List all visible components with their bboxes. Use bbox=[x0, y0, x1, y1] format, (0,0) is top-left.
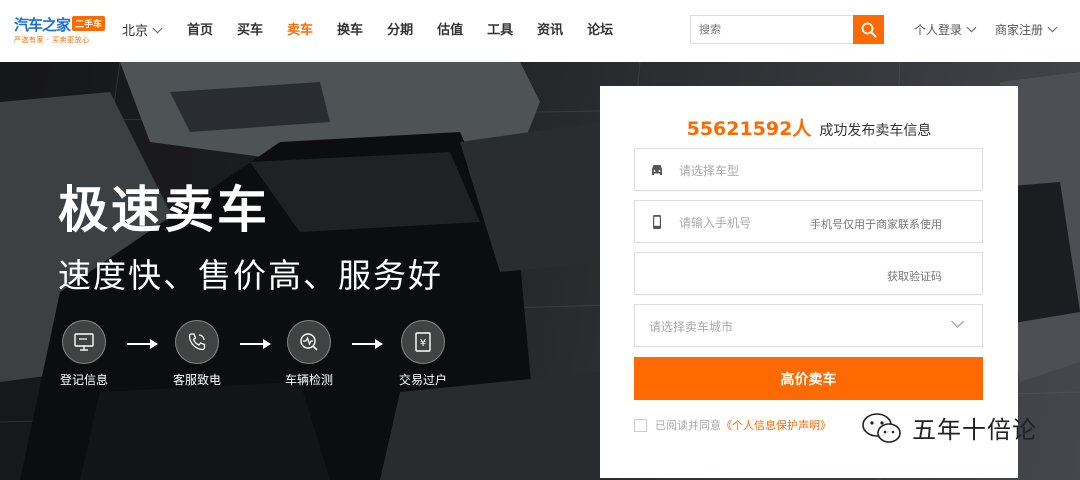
step-circle bbox=[175, 320, 219, 364]
step-circle bbox=[287, 320, 331, 364]
step-service-call: 客服致电 bbox=[161, 320, 233, 388]
step-label: 客服致电 bbox=[172, 373, 221, 387]
nav-home[interactable]: 首页 bbox=[187, 19, 213, 38]
city-selector[interactable]: 北京 bbox=[122, 20, 163, 39]
site-logo[interactable]: 汽车之家 二手车 严选有家 · 买卖更放心 bbox=[14, 14, 109, 48]
seller-count-banner: 55621592人 成功发布卖车信息 bbox=[600, 114, 1018, 141]
chevron-down-icon bbox=[966, 22, 977, 33]
step-register-info: 登记信息 bbox=[48, 320, 120, 388]
arrow-right-icon bbox=[352, 339, 383, 349]
chevron-down-icon bbox=[951, 315, 964, 328]
phone-placeholder: 请输入手机号 bbox=[679, 216, 752, 230]
nav-valuation[interactable]: 估值 bbox=[437, 19, 463, 38]
seller-count-text: 成功发布卖车信息 bbox=[819, 123, 932, 139]
sell-city-select[interactable]: 请选择卖车城市 bbox=[634, 304, 983, 347]
arrow-right-icon bbox=[240, 339, 271, 349]
step-circle bbox=[62, 320, 106, 364]
sell-submit-button[interactable]: 高价卖车 bbox=[634, 357, 983, 400]
car-model-placeholder: 请选择车型 bbox=[679, 164, 740, 178]
city-label: 北京 bbox=[122, 24, 149, 39]
nav-installment[interactable]: 分期 bbox=[387, 19, 413, 38]
chevron-down-icon bbox=[1047, 22, 1058, 33]
wechat-watermark: 五年十倍论 bbox=[860, 410, 1037, 445]
logo-text: 汽车之家 bbox=[14, 16, 71, 34]
agreement-row: 已阅读并同意 《个人信息保护声明》 bbox=[634, 417, 831, 433]
monitor-icon bbox=[74, 333, 94, 351]
agree-text: 已阅读并同意 bbox=[655, 419, 721, 432]
step-circle: ¥ bbox=[401, 320, 445, 364]
svg-text:¥: ¥ bbox=[420, 338, 426, 349]
step-label: 登记信息 bbox=[59, 373, 108, 387]
phone-icon bbox=[188, 333, 206, 351]
phone-field[interactable]: 请输入手机号 手机号仅用于商家联系使用 bbox=[634, 200, 983, 243]
nav-buy-car[interactable]: 买车 bbox=[237, 19, 263, 38]
search-input[interactable] bbox=[690, 15, 853, 44]
inspection-icon bbox=[300, 333, 318, 351]
yen-document-icon: ¥ bbox=[415, 332, 431, 352]
chevron-down-icon bbox=[152, 23, 163, 34]
nav-forum[interactable]: 论坛 bbox=[587, 19, 613, 38]
login-label: 个人登录 bbox=[914, 23, 963, 37]
dealer-register[interactable]: 商家注册 bbox=[995, 21, 1058, 38]
watermark-text: 五年十倍论 bbox=[912, 416, 1037, 444]
mobile-phone-icon bbox=[653, 215, 661, 229]
register-label: 商家注册 bbox=[995, 23, 1044, 37]
step-label: 车辆检测 bbox=[284, 373, 333, 387]
phone-usage-note: 手机号仅用于商家联系使用 bbox=[810, 218, 942, 231]
nav-trade-in[interactable]: 换车 bbox=[337, 19, 363, 38]
top-header: 汽车之家 二手车 严选有家 · 买卖更放心 北京 首页 买车 卖车 换车 分期 … bbox=[0, 0, 1080, 62]
city-placeholder: 请选择卖车城市 bbox=[649, 320, 734, 334]
car-icon bbox=[652, 165, 662, 175]
privacy-statement-link[interactable]: 《个人信息保护声明》 bbox=[721, 417, 831, 433]
arrow-right-icon bbox=[127, 339, 158, 349]
car-model-select[interactable]: 请选择车型 bbox=[634, 148, 983, 191]
nav-tools[interactable]: 工具 bbox=[487, 19, 513, 38]
search-icon bbox=[861, 22, 876, 37]
main-nav: 首页 买车 卖车 换车 分期 估值 工具 资讯 论坛 bbox=[187, 19, 637, 38]
agree-checkbox[interactable] bbox=[634, 418, 647, 432]
seller-count: 55621592人 bbox=[686, 118, 812, 140]
wechat-icon bbox=[862, 412, 901, 443]
step-vehicle-inspection: 车辆检测 bbox=[273, 320, 345, 388]
search-button[interactable] bbox=[853, 15, 884, 44]
get-code-button[interactable]: 获取验证码 bbox=[887, 268, 942, 284]
nav-sell-car[interactable]: 卖车 bbox=[287, 19, 313, 38]
nav-news[interactable]: 资讯 bbox=[537, 19, 563, 38]
hero-title: 极速卖车 bbox=[58, 181, 270, 239]
step-transfer: ¥ 交易过户 bbox=[387, 320, 459, 388]
personal-login[interactable]: 个人登录 bbox=[914, 21, 977, 38]
logo-badge: 二手车 bbox=[72, 16, 106, 31]
verification-code-field[interactable]: 获取验证码 bbox=[634, 252, 983, 295]
step-label: 交易过户 bbox=[398, 373, 447, 387]
logo-slogan: 严选有家 · 买卖更放心 bbox=[14, 36, 90, 44]
hero-subtitle: 速度快、售价高、服务好 bbox=[58, 256, 443, 295]
